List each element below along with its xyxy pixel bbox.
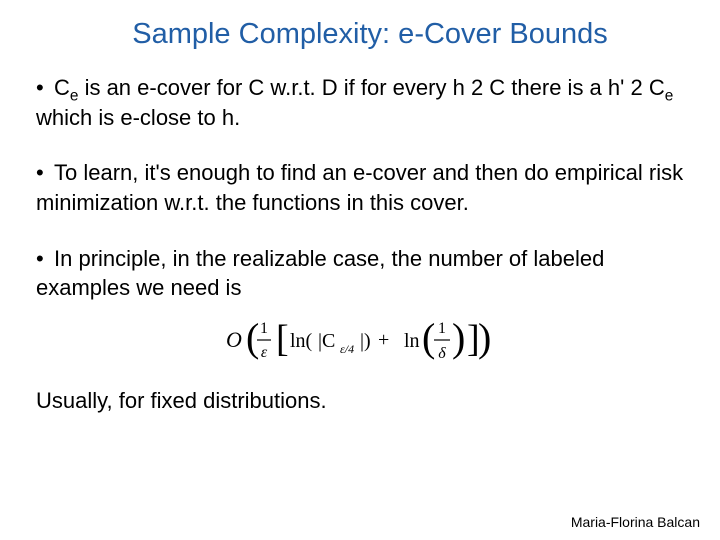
frac2-top: 1 <box>438 320 446 337</box>
title-text-pre: Sample Complexity: <box>132 18 398 50</box>
text: is an <box>78 75 137 100</box>
bullet-1: •Ce is an e-cover for C w.r.t. D if for … <box>36 73 684 132</box>
element-of-symbol: 2 <box>630 75 642 100</box>
rparen2: ) <box>452 315 465 360</box>
bullet-dot: • <box>36 244 54 274</box>
sub-eps4: ε/4 <box>340 342 354 356</box>
abs-close: |) <box>360 330 371 352</box>
bullet-2: •To learn, it's enough to find an e-cove… <box>36 158 684 217</box>
epsilon-symbol: e <box>120 105 132 130</box>
text: In principle, in the realizable case, th… <box>36 246 604 301</box>
formula: O ( 1 ε [ ln( |C ε/4 |) + ln ( 1 δ ) ] ) <box>36 313 684 374</box>
big-o: O <box>226 327 242 352</box>
ln2: ln <box>404 330 420 352</box>
slide: Sample Complexity: e-Cover Bounds •Ce is… <box>0 0 720 540</box>
epsilon-symbol: e <box>398 18 414 50</box>
lparen: ( <box>246 315 259 360</box>
title-text-post: -Cover Bounds <box>414 18 607 50</box>
bullet-dot: • <box>36 158 54 188</box>
frac2-bot: δ <box>438 345 446 362</box>
text: which is <box>36 105 120 130</box>
text: -cover for C w.r.t. D if for every h <box>149 75 471 100</box>
lparen2: ( <box>422 315 435 360</box>
epsilon-symbol: e <box>353 160 365 185</box>
abs-c: |C <box>318 330 335 352</box>
text: -close to h. <box>133 105 241 130</box>
subscript-eps: e <box>665 87 674 104</box>
lbracket: [ <box>276 318 289 360</box>
frac1-bot: ε <box>261 344 268 361</box>
bullet-3: •In principle, in the realizable case, t… <box>36 244 684 303</box>
text: C there is a h' <box>483 75 630 100</box>
text: C <box>643 75 665 100</box>
text: To learn, it's enough to find an <box>54 160 353 185</box>
rparen: ) <box>478 315 491 360</box>
plus: + <box>378 329 389 351</box>
epsilon-symbol: e <box>137 75 149 100</box>
bullet-dot: • <box>36 73 54 103</box>
closing-line: Usually, for fixed distributions. <box>36 388 684 414</box>
slide-title: Sample Complexity: e-Cover Bounds <box>36 18 684 51</box>
formula-svg: O ( 1 ε [ ln( |C ε/4 |) + ln ( 1 δ ) ] ) <box>220 313 500 369</box>
frac1-top: 1 <box>260 320 268 337</box>
ln1: ln( <box>290 330 313 352</box>
text: C <box>54 75 70 100</box>
element-of-symbol: 2 <box>471 75 483 100</box>
footer-author: Maria-Florina Balcan <box>571 514 700 530</box>
